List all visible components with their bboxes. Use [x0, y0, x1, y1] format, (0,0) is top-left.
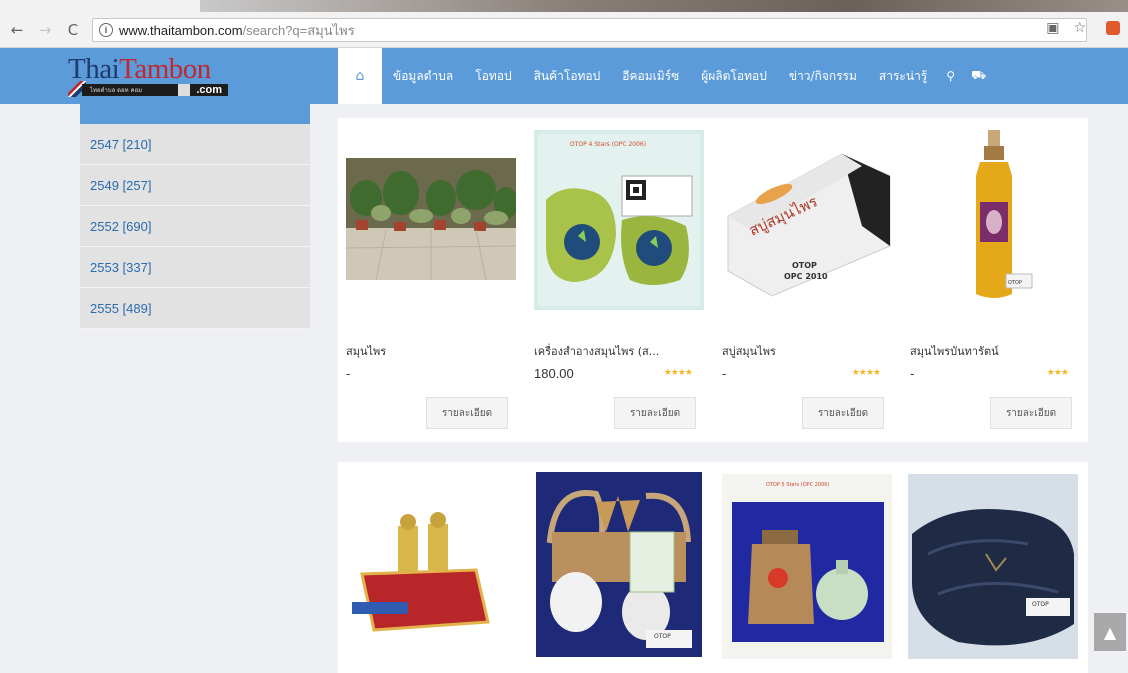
product-card[interactable]: สบู่สมุนไพร OTOP OPC 2010 สบู่สมุนไพร - …: [714, 118, 894, 442]
browser-tab-strip: [0, 0, 1128, 12]
sidebar-active-item[interactable]: [80, 104, 310, 124]
otop-label-3: OTOP: [1008, 280, 1022, 286]
logo-tagline-bar: ไทยตำบล ดอท คอม .com: [82, 84, 228, 96]
product-grid-row-1: สมุนไพร - รายละเอียด OTOP 4 Stars (OPC 2…: [338, 118, 1088, 442]
browser-tab[interactable]: [0, 0, 200, 12]
product-name[interactable]: สบู่สมุนไพร: [722, 342, 872, 360]
detail-button[interactable]: รายละเอียด: [802, 397, 884, 429]
product-card[interactable]: [338, 462, 518, 673]
search-icon[interactable]: ⚲: [938, 69, 963, 83]
tab-strip-background: [200, 0, 1128, 12]
info-icon[interactable]: i: [99, 23, 113, 37]
sidebar-item-2547[interactable]: 2547 [210]: [80, 124, 310, 165]
arrow-up-icon[interactable]: ▲: [1094, 613, 1126, 651]
nav-knowledge[interactable]: สาระน่ารู้: [868, 67, 938, 86]
year-filter-sidebar: 2547 [210] 2549 [257] 2552 [690] 2553 [3…: [80, 104, 310, 329]
nav-tambon-info[interactable]: ข้อมูลตำบล: [382, 67, 464, 86]
translate-icon[interactable]: ▣: [1046, 20, 1059, 36]
product-price: -: [346, 366, 351, 381]
extension-icon[interactable]: [1106, 21, 1120, 35]
site-logo[interactable]: ThaiTambon ไทยตำบล ดอท คอม .com: [68, 54, 238, 98]
logo-word-tambon: Tambon: [119, 53, 211, 85]
sidebar-item-2549[interactable]: 2549 [257]: [80, 165, 310, 206]
url-host: www.thaitambon.com: [119, 22, 243, 38]
product-card[interactable]: OTOP 5 Stars (OPC 2006): [714, 462, 894, 673]
product-price: 180.00: [534, 366, 574, 381]
otop-label-2: OTOP: [792, 261, 817, 270]
nav-ecommerce[interactable]: อีคอมเมิร์ซ: [611, 67, 690, 86]
product-name[interactable]: สมุนไพร: [346, 342, 496, 360]
main-nav: ⌂ ข้อมูลตำบล โอทอป สินค้าโอทอป อีคอมเมิร…: [338, 48, 994, 104]
product-price: -: [910, 366, 915, 381]
sidebar-item-2552[interactable]: 2552 [690]: [80, 206, 310, 247]
product-price: -: [722, 366, 727, 381]
nav-otop[interactable]: โอทอป: [464, 67, 522, 86]
rating-stars: ★★★★: [851, 368, 881, 378]
forward-arrow-icon[interactable]: →: [34, 19, 56, 41]
otop-label-4: OTOP: [654, 633, 671, 640]
detail-button[interactable]: รายละเอียด: [614, 397, 696, 429]
otop-label-5: OTOP 5 Stars (OPC 2006): [766, 482, 829, 488]
cart-icon[interactable]: ⛟: [963, 68, 994, 84]
address-bar[interactable]: i www.thaitambon.com /search?q=สมุนไพร: [92, 18, 1087, 42]
sidebar-item-2555[interactable]: 2555 [489]: [80, 288, 310, 329]
product-card[interactable]: OTOP สมุนไพรบันทารัตน์ - ★★★ รายละเอียด: [902, 118, 1082, 442]
nav-news[interactable]: ข่าว/กิจกรรม: [778, 67, 868, 86]
logo-domain: .com: [178, 84, 228, 96]
product-name[interactable]: สมุนไพรบันทารัตน์: [910, 342, 1060, 360]
detail-button[interactable]: รายละเอียด: [426, 397, 508, 429]
sidebar-item-2553[interactable]: 2553 [337]: [80, 247, 310, 288]
rating-stars: ★★★★: [663, 368, 693, 378]
detail-button[interactable]: รายละเอียด: [990, 397, 1072, 429]
product-name[interactable]: เครื่องสำอางสมุนไพร (ส...: [534, 342, 684, 360]
reload-icon[interactable]: C: [62, 19, 84, 41]
product-image[interactable]: [346, 158, 516, 280]
product-image[interactable]: OTOP: [910, 126, 1080, 311]
star-icon[interactable]: ☆: [1073, 20, 1086, 36]
otop-label-1: OTOP 4 Stars (OPC 2006): [570, 141, 646, 148]
product-card[interactable]: OTOP 4 Stars (OPC 2006) เครื่องสำอางสมุน…: [526, 118, 706, 442]
product-image[interactable]: OTOP: [908, 474, 1078, 659]
product-image[interactable]: OTOP 4 Stars (OPC 2006): [534, 130, 704, 310]
product-card[interactable]: สมุนไพร - รายละเอียด: [338, 118, 518, 442]
otop-label-6: OTOP: [1032, 601, 1049, 608]
logo-tagline: ไทยตำบล ดอท คอม: [90, 87, 143, 94]
browser-toolbar: ← → C i www.thaitambon.com /search?q=สมุ…: [0, 12, 1128, 48]
product-image[interactable]: OTOP 5 Stars (OPC 2006): [722, 474, 892, 659]
opc-label-2: OPC 2010: [784, 272, 828, 281]
url-path: /search?q=สมุนไพร: [242, 22, 355, 38]
site-header: ThaiTambon ไทยตำบล ดอท คอม .com ⌂ ข้อมูล…: [0, 48, 1128, 104]
product-image[interactable]: [346, 474, 516, 659]
nav-otop-producers[interactable]: ผู้ผลิตโอทอป: [690, 67, 778, 86]
back-arrow-icon[interactable]: ←: [6, 19, 28, 41]
product-image[interactable]: OTOP: [536, 472, 702, 657]
home-icon[interactable]: ⌂: [338, 48, 382, 104]
nav-otop-products[interactable]: สินค้าโอทอป: [523, 67, 612, 86]
rating-stars: ★★★: [1046, 368, 1069, 378]
product-card[interactable]: OTOP: [902, 462, 1082, 673]
product-card[interactable]: OTOP: [526, 462, 706, 673]
product-image[interactable]: สบู่สมุนไพร OTOP OPC 2010: [722, 136, 892, 301]
product-grid-row-2: OTOP OTOP 5 Stars (OPC 2006) OTOP: [338, 462, 1088, 673]
